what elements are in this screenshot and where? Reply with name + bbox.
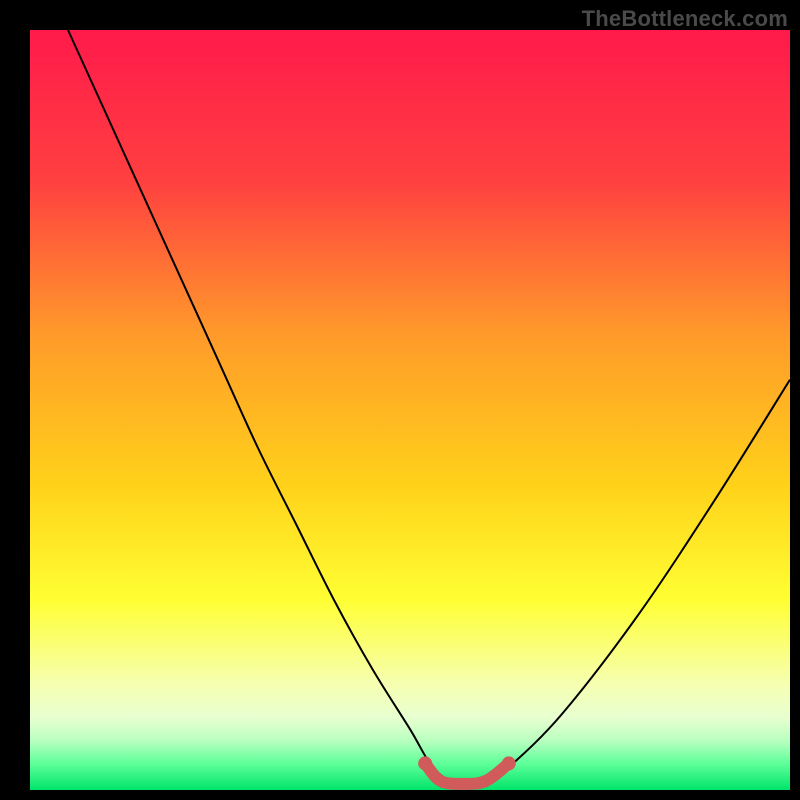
bottleneck-chart bbox=[0, 0, 800, 800]
optimal-range-endpoint bbox=[502, 756, 516, 770]
plot-background bbox=[30, 30, 790, 790]
chart-frame: TheBottleneck.com bbox=[0, 0, 800, 800]
optimal-range-endpoint bbox=[418, 756, 432, 770]
